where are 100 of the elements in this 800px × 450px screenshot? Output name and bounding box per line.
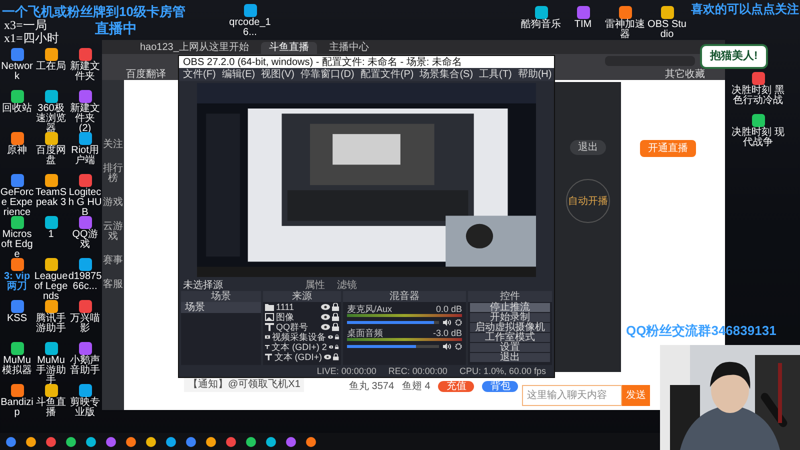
icon-label: MuMu模拟器	[1, 356, 33, 376]
source-item[interactable]: QQ群号	[276, 322, 319, 332]
lock-icon[interactable]	[332, 313, 339, 321]
properties-button[interactable]: 属性	[305, 280, 325, 290]
app-icon[interactable]	[78, 132, 92, 145]
source-item[interactable]: 文本 (GDI+)	[274, 352, 322, 362]
chat-input[interactable]: 这里输入聊天内容	[522, 385, 622, 406]
app-icon[interactable]	[244, 4, 256, 17]
app-icon[interactable]	[10, 216, 24, 229]
menu-item[interactable]: 视图(V)	[261, 69, 294, 80]
source-item[interactable]: 1111	[276, 302, 319, 312]
icon-label: Network	[0, 62, 34, 82]
browser-tab[interactable]: hao123_上网从这里开始	[132, 42, 257, 54]
app-icon[interactable]	[10, 174, 24, 187]
auto-start-button[interactable]: 自动开播	[566, 179, 610, 223]
gear-icon[interactable]	[455, 319, 462, 326]
eye-icon[interactable]	[321, 324, 330, 330]
source-item[interactable]: 文本 (GDI+) 2	[272, 342, 327, 352]
control-button[interactable]: 启动虚拟摄像机	[470, 323, 550, 332]
app-icon[interactable]	[660, 6, 674, 19]
menu-item[interactable]: 工具(T)	[479, 69, 512, 80]
app-icon[interactable]	[78, 216, 92, 229]
volume-slider[interactable]	[347, 345, 439, 348]
app-icon[interactable]	[576, 6, 590, 19]
window-title: OBS 27.2.0 (64-bit, windows) - 配置文件: 未命名 - 场景: 未命名	[183, 56, 462, 68]
app-icon[interactable]	[10, 48, 24, 61]
lock-icon[interactable]	[332, 303, 339, 311]
app-icon[interactable]	[44, 174, 58, 187]
control-button[interactable]: 退出	[470, 353, 550, 362]
channel-reading: 0.0 dB	[436, 304, 462, 314]
sidebar-item[interactable]: 云游戏	[103, 222, 123, 242]
lock-icon[interactable]	[335, 333, 340, 341]
image-icon	[265, 313, 274, 321]
icon-label: 剪映专业版	[69, 398, 101, 418]
menu-item[interactable]: 编辑(E)	[222, 69, 256, 80]
app-icon[interactable]	[618, 6, 632, 19]
control-button[interactable]: 设置	[470, 343, 550, 352]
lock-icon[interactable]	[332, 323, 339, 331]
icon-label: 雷神加速器	[604, 20, 646, 40]
icon-label: 360极速浏览器	[35, 104, 67, 134]
scene-item[interactable]: 场景	[181, 302, 261, 313]
control-button[interactable]: 停止推流	[470, 303, 550, 312]
app-icon[interactable]	[44, 48, 58, 61]
source-item[interactable]: 视频采集设备	[272, 332, 326, 342]
app-icon[interactable]	[78, 48, 92, 61]
speaker-icon[interactable]	[443, 343, 451, 350]
icon-label: 万兴喵影	[69, 314, 101, 334]
app-icon[interactable]	[752, 114, 764, 127]
menu-item[interactable]: 停靠窗口(D)	[300, 69, 354, 80]
app-icon[interactable]	[44, 300, 58, 313]
lock-icon[interactable]	[333, 353, 339, 361]
eye-icon[interactable]	[321, 304, 330, 310]
app-icon[interactable]	[44, 90, 58, 103]
source-item[interactable]: 图像	[276, 312, 319, 322]
sidebar-item[interactable]: 客服	[103, 280, 123, 290]
lock-icon[interactable]	[335, 343, 339, 351]
menu-item[interactable]: 文件(F)	[183, 69, 216, 80]
app-icon[interactable]	[10, 90, 24, 103]
app-icon[interactable]	[534, 6, 548, 19]
app-icon[interactable]	[752, 72, 764, 85]
exit-button[interactable]: 退出	[570, 140, 606, 155]
icon-label: qrcode_16...	[228, 18, 272, 38]
app-icon[interactable]	[10, 300, 24, 313]
menu-item[interactable]: 场景集合(S)	[420, 69, 474, 80]
bookmark-link[interactable]: 百度翻译	[126, 68, 166, 80]
eye-icon[interactable]	[324, 354, 332, 360]
app-icon[interactable]	[44, 132, 58, 145]
eye-icon[interactable]	[328, 334, 334, 340]
app-icon[interactable]	[78, 258, 92, 271]
browser-tab[interactable]: 主播中心	[320, 42, 377, 54]
sidebar-item[interactable]: 排行榜	[103, 164, 123, 184]
app-icon[interactable]	[44, 216, 58, 229]
gear-icon[interactable]	[455, 343, 462, 350]
app-icon[interactable]	[78, 174, 92, 187]
filters-button[interactable]: 滤镜	[337, 280, 357, 290]
app-icon[interactable]	[10, 384, 24, 397]
app-icon[interactable]	[10, 258, 24, 271]
menu-item[interactable]: 配置文件(P)	[360, 69, 414, 80]
app-icon[interactable]	[10, 342, 24, 355]
app-icon[interactable]	[78, 342, 92, 355]
eye-icon[interactable]	[321, 314, 330, 320]
sidebar-item[interactable]: 游戏	[103, 198, 123, 208]
icon-label: 1	[48, 230, 54, 240]
sidebar-item[interactable]: 关注	[103, 140, 123, 150]
menu-item[interactable]: 帮助(H)	[518, 69, 552, 80]
app-icon[interactable]	[44, 258, 58, 271]
app-icon[interactable]	[10, 132, 24, 145]
app-icon[interactable]	[78, 90, 92, 103]
app-icon[interactable]	[78, 300, 92, 313]
control-button[interactable]: 工作室模式	[470, 333, 550, 342]
sidebar-item[interactable]: 赛事	[103, 256, 123, 266]
app-icon[interactable]	[44, 342, 58, 355]
bookmarks-folder[interactable]: 其它收藏	[665, 68, 705, 80]
control-button[interactable]: 开始录制	[470, 313, 550, 322]
speaker-icon[interactable]	[443, 319, 451, 326]
eye-icon[interactable]	[328, 344, 334, 350]
backpack-button[interactable]: 背包	[482, 381, 518, 392]
browser-tab[interactable]: 斗鱼直播	[260, 42, 317, 54]
app-icon[interactable]	[44, 384, 58, 397]
app-icon[interactable]	[78, 384, 92, 397]
